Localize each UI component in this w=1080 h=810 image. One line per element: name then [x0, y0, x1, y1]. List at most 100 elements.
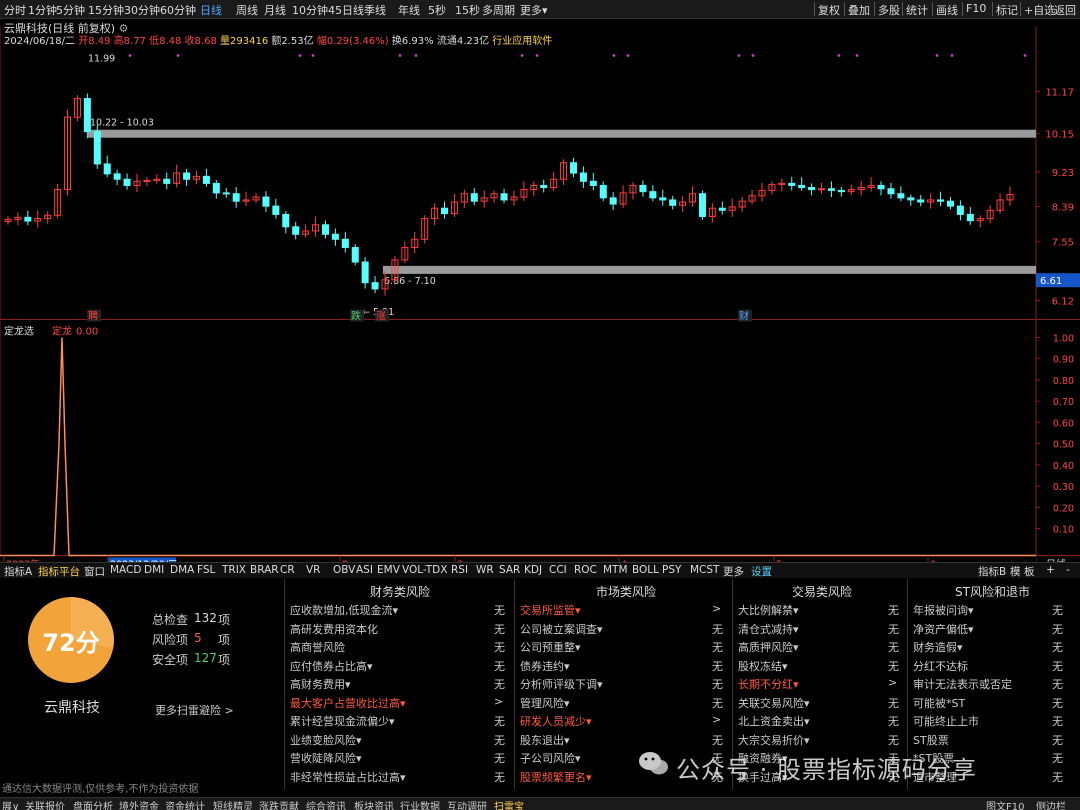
indicator-tab-25[interactable]: 更多 [723, 564, 744, 579]
period-8[interactable]: 月线 [264, 2, 286, 18]
tool-6[interactable]: 标记 [996, 2, 1018, 18]
bottom-tab-7[interactable]: 综合资讯 [306, 798, 346, 810]
period-7[interactable]: 周线 [236, 2, 258, 18]
indicator-tab-15[interactable]: RSI [451, 564, 468, 576]
risk-item[interactable]: 债券违约▾ [520, 658, 570, 674]
indicator-tab-3[interactable]: MACD [110, 564, 141, 576]
indicator-tab-4[interactable]: DMI [144, 564, 164, 576]
indicator-tab-10[interactable]: VR [306, 564, 320, 576]
risk-item[interactable]: 累计经营现金流偏少▾ [290, 713, 395, 729]
risk-item[interactable]: 财务造假▾ [913, 639, 963, 655]
indicator-tab-5[interactable]: DMA [170, 564, 194, 576]
risk-item[interactable]: 分析师评级下调▾ [520, 676, 603, 692]
risk-item[interactable]: 年报被问询▾ [913, 602, 974, 618]
indicator-tab-21[interactable]: MTM [603, 564, 628, 576]
indicator-tab-14[interactable]: VOL-TDX [402, 564, 447, 576]
indicator-tab-right-3[interactable]: + [1046, 564, 1055, 576]
tool-8[interactable]: 返回 [1054, 2, 1076, 18]
bottom-right-0[interactable]: 图文F10 [986, 798, 1024, 810]
risk-item[interactable]: 业绩变脸风险▾ [290, 732, 362, 748]
bottom-right-1[interactable]: 侧边栏 [1036, 798, 1066, 810]
risk-item[interactable]: 管理风险▾ [520, 695, 570, 711]
bottom-tab-6[interactable]: 涨跌贡献 [259, 798, 299, 810]
indicator-tab-6[interactable]: FSL [197, 564, 215, 576]
period-6[interactable]: 日线 [200, 2, 222, 18]
risk-item[interactable]: 大宗交易折价▾ [738, 732, 810, 748]
risk-item[interactable]: 非经常性损益占比过高▾ [290, 769, 406, 785]
risk-item[interactable]: 公司预重整▾ [520, 639, 581, 655]
risk-item[interactable]: 可能终止上市 [913, 713, 979, 729]
risk-item[interactable]: 北上资金卖出▾ [738, 713, 810, 729]
bottom-tab-4[interactable]: 资金统计 [165, 798, 205, 810]
risk-item[interactable]: ST股票 [913, 732, 949, 748]
indicator-tab-right-2[interactable]: 板 [1024, 564, 1035, 579]
risk-item[interactable]: 交易所监管▾ [520, 602, 581, 618]
tool-1[interactable]: 叠加 [848, 2, 870, 18]
risk-item[interactable]: 营收陡降风险▾ [290, 750, 362, 766]
risk-item[interactable]: 高质押风险▾ [738, 639, 799, 655]
bottom-tab-11[interactable]: 扫雷宝 [494, 798, 524, 810]
period-15[interactable]: 多周期 [482, 2, 515, 18]
period-3[interactable]: 15分钟 [88, 2, 124, 18]
bottom-tab-10[interactable]: 互动调研 [447, 798, 487, 810]
bottom-tab-8[interactable]: 板块资讯 [354, 798, 394, 810]
risk-item[interactable]: 净资产偏低▾ [913, 621, 974, 637]
period-0[interactable]: 分时 [4, 2, 26, 18]
period-2[interactable]: 5分钟 [56, 2, 85, 18]
period-13[interactable]: 5秒 [428, 2, 446, 18]
tool-3[interactable]: 统计 [906, 2, 928, 18]
period-10[interactable]: 45日线 [328, 2, 364, 18]
risk-item[interactable]: 最大客户占营收比过高▾ [290, 695, 406, 711]
period-11[interactable]: 季线 [364, 2, 386, 18]
indicator-tab-18[interactable]: KDJ [524, 564, 542, 576]
indicator-tab-8[interactable]: BRAR [250, 564, 279, 576]
risk-item[interactable]: 大比例解禁▾ [738, 602, 799, 618]
period-16[interactable]: 更多▾ [520, 2, 548, 18]
indicator-tab-11[interactable]: OBV [333, 564, 355, 576]
risk-item[interactable]: 审计无法表示或否定 [913, 676, 1012, 692]
indicator-tab-7[interactable]: TRIX [222, 564, 246, 576]
risk-item[interactable]: 可能被*ST [913, 695, 965, 711]
period-1[interactable]: 1分钟 [28, 2, 57, 18]
risk-item[interactable]: 应付债券占比高▾ [290, 658, 373, 674]
indicator-tab-17[interactable]: SAR [499, 564, 520, 576]
risk-item[interactable]: 子公司风险▾ [520, 750, 581, 766]
indicator-tab-2[interactable]: 窗口 [84, 564, 105, 579]
indicator-tab-23[interactable]: PSY [662, 564, 681, 576]
indicator-tab-13[interactable]: EMV [377, 564, 400, 576]
more-scan-link[interactable]: 更多扫雷避险 > [155, 702, 234, 718]
risk-item[interactable]: 高研发费用资本化 [290, 621, 378, 637]
risk-item[interactable]: 公司被立案调查▾ [520, 621, 603, 637]
indicator-tab-9[interactable]: CR [280, 564, 295, 576]
risk-item[interactable]: 应收款增加,低现金流▾ [290, 602, 398, 618]
indicator-tab-1[interactable]: 指标平台 [38, 564, 80, 579]
risk-item[interactable]: 高财务费用▾ [290, 676, 351, 692]
tool-5[interactable]: F10 [966, 2, 986, 15]
risk-item[interactable]: 清仓式减持▾ [738, 621, 799, 637]
indicator-tab-right-1[interactable]: 模 [1010, 564, 1021, 579]
indicator-tab-22[interactable]: BOLL [632, 564, 659, 576]
tool-4[interactable]: 画线 [936, 2, 958, 18]
indicator-tab-0[interactable]: 指标A [4, 564, 32, 579]
indicator-tab-12[interactable]: ASI [356, 564, 373, 576]
period-14[interactable]: 15秒 [455, 2, 480, 18]
indicator-tab-26[interactable]: 设置 [751, 564, 772, 579]
bottom-tab-5[interactable]: 短线精灵 [213, 798, 253, 810]
risk-item[interactable]: 长期不分红▾ [738, 676, 799, 692]
risk-item[interactable]: 股票频繁更名▾ [520, 769, 592, 785]
indicator-tab-right-0[interactable]: 指标B [978, 564, 1006, 579]
risk-item[interactable]: 股权冻结▾ [738, 658, 788, 674]
bottom-tab-0[interactable]: 展∨ [2, 798, 19, 810]
risk-item[interactable]: 高商誉风险 [290, 639, 345, 655]
risk-item[interactable]: 股东退出▾ [520, 732, 570, 748]
kline-chart[interactable]: 11.17 10.15 9.23 8.39 7.55 6.12 10.22 - 10.03 6… [0, 19, 1080, 579]
bottom-tab-1[interactable]: 关联报价 [25, 798, 65, 810]
period-12[interactable]: 年线 [398, 2, 420, 18]
risk-item[interactable]: 研发人员减少▾ [520, 713, 592, 729]
risk-item[interactable]: 关联交易风险▾ [738, 695, 810, 711]
tool-0[interactable]: 复权 [818, 2, 840, 18]
bottom-tab-9[interactable]: 行业数据 [400, 798, 440, 810]
period-5[interactable]: 60分钟 [160, 2, 196, 18]
risk-item[interactable]: 分红不达标 [913, 658, 968, 674]
indicator-tab-right-4[interactable]: - [1066, 564, 1070, 576]
